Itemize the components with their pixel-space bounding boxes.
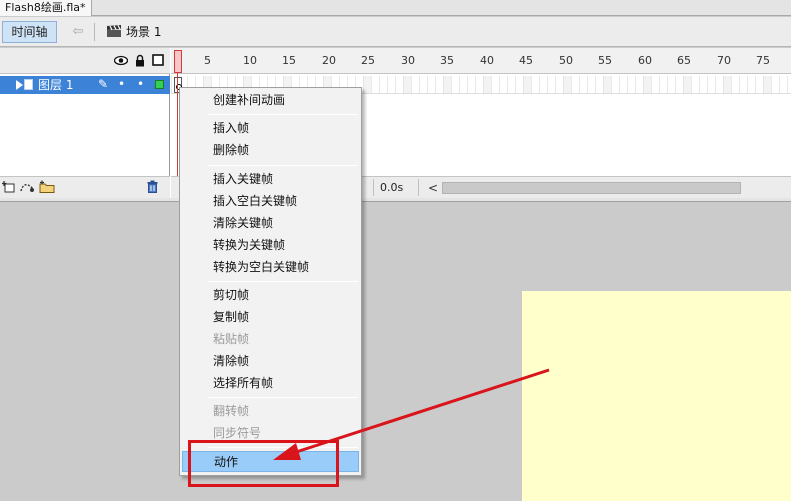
annotation-arrow-icon [273,368,550,460]
